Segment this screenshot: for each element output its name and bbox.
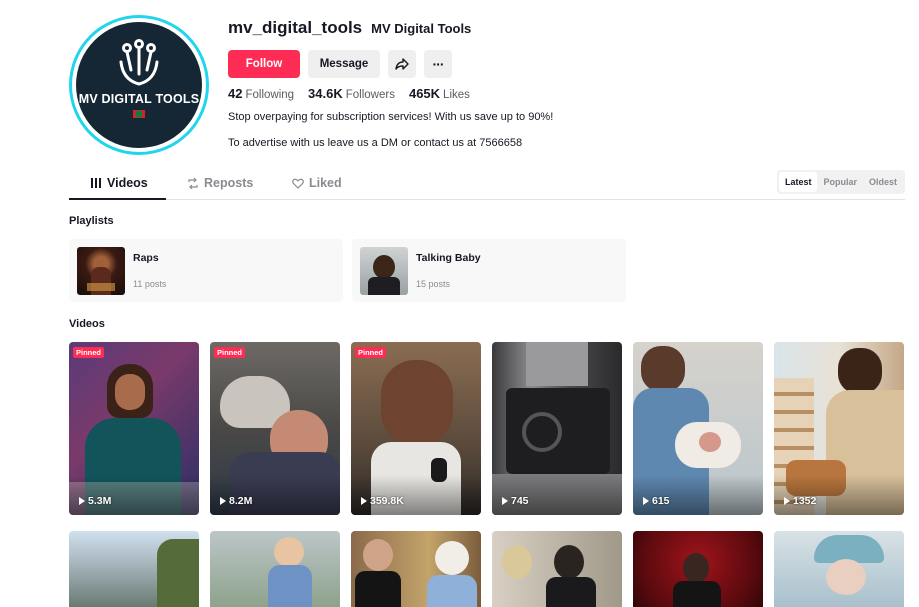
view-count: 745 xyxy=(502,495,529,507)
video-card[interactable]: 615 xyxy=(633,342,763,515)
playlist-card-raps[interactable]: Raps 11 posts xyxy=(69,239,343,302)
tab-liked-label: Liked xyxy=(309,176,342,190)
avatar-image: MV DIGITAL TOOLS xyxy=(76,22,202,148)
playlist-count: 11 posts xyxy=(133,279,167,289)
playlist-name: Talking Baby xyxy=(416,252,481,264)
message-button[interactable]: Message xyxy=(308,50,380,78)
video-card[interactable] xyxy=(69,531,199,607)
video-card[interactable] xyxy=(633,531,763,607)
share-icon xyxy=(395,58,409,70)
view-count-value: 745 xyxy=(511,495,529,507)
active-tab-indicator xyxy=(69,198,166,200)
playlist-card-talking-baby[interactable]: Talking Baby 15 posts xyxy=(352,239,626,302)
view-count-value: 1352 xyxy=(793,495,817,507)
avatar-border: MV DIGITAL TOOLS xyxy=(72,18,206,152)
view-count: 615 xyxy=(643,495,670,507)
video-card[interactable]: 1352 xyxy=(774,342,904,515)
followers-count: 34.6K xyxy=(308,86,343,101)
heart-icon xyxy=(292,178,304,189)
repost-icon xyxy=(188,177,198,189)
following-count: 42 xyxy=(228,86,243,101)
video-card[interactable]: Pinned 5.3M xyxy=(69,342,199,515)
playlists-heading: Playlists xyxy=(69,215,114,227)
profile-info: mv_digital_tools MV Digital Tools Follow… xyxy=(228,18,553,149)
view-count-value: 359.8K xyxy=(370,495,404,507)
pinned-badge: Pinned xyxy=(214,347,246,358)
video-card[interactable]: Pinned 359.8K xyxy=(351,342,481,515)
view-count-value: 5.3M xyxy=(88,495,112,507)
view-count: 5.3M xyxy=(79,495,111,507)
play-icon xyxy=(784,497,790,505)
likes-count: 465K xyxy=(408,86,441,101)
playlist-count: 15 posts xyxy=(416,279,451,289)
profile-tabs: Videos Reposts Liked Latest Popular Olde… xyxy=(69,168,905,200)
videos-heading: Videos xyxy=(69,318,105,330)
share-button[interactable] xyxy=(388,50,416,78)
play-icon xyxy=(220,497,226,505)
play-icon xyxy=(79,497,85,505)
video-card[interactable] xyxy=(210,531,340,607)
view-count: 359.8K xyxy=(361,495,404,507)
play-icon xyxy=(361,497,367,505)
sort-latest[interactable]: Latest xyxy=(778,172,818,192)
sort-toggle: Latest Popular Oldest xyxy=(776,170,905,194)
more-button[interactable]: ··· xyxy=(424,50,452,78)
grid-icon xyxy=(91,178,101,188)
more-icon: ··· xyxy=(432,56,445,72)
tab-liked[interactable]: Liked xyxy=(292,176,342,190)
tab-videos[interactable]: Videos xyxy=(91,176,148,190)
circuit-logo-icon xyxy=(119,39,159,86)
playlist-thumbnail xyxy=(77,247,125,295)
followers-stat[interactable]: 34.6K Followers xyxy=(308,86,395,101)
playlist-name: Raps xyxy=(133,252,159,264)
video-card[interactable]: Pinned 8.2M xyxy=(210,342,340,515)
video-card[interactable] xyxy=(351,531,481,607)
action-buttons: Follow Message ··· xyxy=(228,50,553,78)
view-count: 8.2M xyxy=(220,495,252,507)
following-stat[interactable]: 42 Following xyxy=(228,86,294,101)
video-card[interactable]: 745 xyxy=(492,342,622,515)
play-icon xyxy=(502,497,508,505)
video-card[interactable] xyxy=(492,531,622,607)
likes-stat: 465K Likes xyxy=(409,86,470,101)
followers-label: Followers xyxy=(345,89,395,101)
nickname: MV Digital Tools xyxy=(371,21,472,36)
profile-stats: 42 Following 34.6K Followers 465K Likes xyxy=(228,86,553,101)
play-icon xyxy=(643,497,649,505)
sort-oldest[interactable]: Oldest xyxy=(863,172,903,192)
username: mv_digital_tools xyxy=(228,18,363,37)
avatar-brand-text: MV DIGITAL TOOLS xyxy=(78,92,200,106)
pinned-badge: Pinned xyxy=(73,347,105,358)
playlist-thumbnail xyxy=(360,247,408,295)
tab-reposts[interactable]: Reposts xyxy=(187,176,253,190)
follow-button[interactable]: Follow xyxy=(228,50,300,78)
pinned-badge: Pinned xyxy=(355,347,387,358)
sort-popular[interactable]: Popular xyxy=(817,172,863,192)
likes-label: Likes xyxy=(443,89,470,101)
bio-line-1: Stop overpaying for subscription service… xyxy=(228,111,554,123)
flag-icon xyxy=(133,110,145,118)
tab-videos-label: Videos xyxy=(107,176,148,190)
view-count: 1352 xyxy=(784,495,816,507)
following-label: Following xyxy=(245,89,295,101)
name-row: mv_digital_tools MV Digital Tools xyxy=(228,18,553,38)
profile-avatar[interactable]: MV DIGITAL TOOLS xyxy=(69,15,209,155)
video-card[interactable] xyxy=(774,531,904,607)
bio-line-2: To advertise with us leave us a DM or co… xyxy=(228,137,523,149)
tab-reposts-label: Reposts xyxy=(204,176,254,190)
view-count-value: 615 xyxy=(652,495,670,507)
view-count-value: 8.2M xyxy=(229,495,253,507)
